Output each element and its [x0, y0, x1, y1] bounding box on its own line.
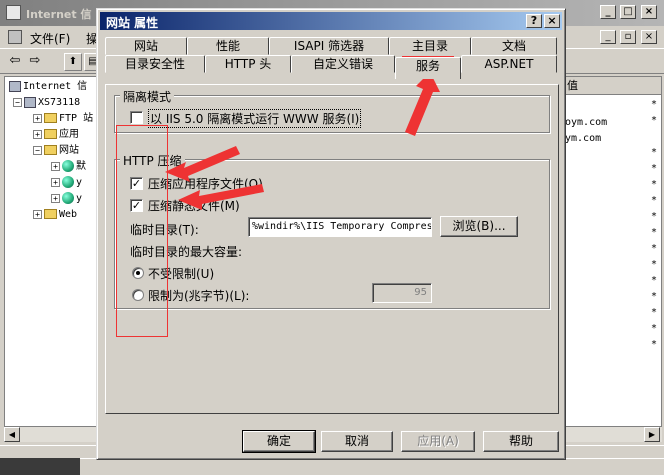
child-close-icon[interactable]: ×	[641, 30, 657, 44]
list-cell: *	[651, 307, 658, 318]
tab-website[interactable]: 网站	[105, 37, 187, 55]
forward-arrow-icon[interactable]: ⇨	[26, 53, 44, 71]
folder-icon	[44, 145, 57, 155]
expand-icon[interactable]: +	[33, 129, 42, 139]
close-icon[interactable]: ×	[544, 14, 560, 28]
dialog-title: 网站 属性	[106, 16, 159, 30]
cancel-button[interactable]: 取消	[321, 431, 393, 452]
tree-item[interactable]: + 应用	[33, 127, 79, 143]
website-globe-icon	[62, 160, 74, 172]
list-cell: *	[651, 259, 658, 270]
tab-aspnet[interactable]: ASP.NET	[461, 55, 557, 73]
iis5-isolation-checkbox[interactable]	[130, 111, 143, 124]
maximize-icon[interactable]: □	[620, 5, 636, 19]
up-folder-icon[interactable]: ⬆	[64, 53, 82, 71]
help-button[interactable]: 帮助	[483, 431, 559, 452]
annotation-box-options	[116, 125, 168, 337]
taskbar-start-area[interactable]	[0, 458, 80, 475]
list-cell: *	[651, 243, 658, 254]
folder-icon	[44, 113, 57, 123]
expand-icon[interactable]: +	[51, 177, 60, 187]
folder-icon	[44, 129, 57, 139]
list-cell: oym.com	[565, 117, 608, 128]
tab-performance[interactable]: 性能	[187, 37, 269, 55]
minimize-icon[interactable]: _	[600, 5, 616, 19]
tree-item[interactable]: + y	[51, 175, 82, 191]
iis-manager-icon	[6, 5, 21, 20]
expand-icon[interactable]: +	[51, 193, 60, 203]
expand-icon[interactable]: +	[33, 113, 42, 123]
computer-icon	[24, 96, 36, 108]
tree-item[interactable]: − 网站	[33, 143, 79, 159]
tree-item[interactable]: + y	[51, 191, 82, 207]
list-cell: ym.com	[565, 133, 602, 144]
list-cell: *	[651, 211, 658, 222]
list-cell: *	[651, 179, 658, 190]
column-header-value[interactable]: 值	[563, 77, 661, 95]
back-arrow-icon[interactable]: ⇦	[6, 53, 24, 71]
list-cell: *	[651, 291, 658, 302]
computer-icon	[9, 80, 21, 92]
tree-item[interactable]: − XS73118	[13, 95, 80, 111]
tree-item[interactable]: + Web	[33, 207, 77, 223]
child-restore-icon[interactable]: ▫	[620, 30, 636, 44]
mmc-title: Internet 信	[26, 8, 92, 21]
list-cell: *	[651, 163, 658, 174]
tab-documents[interactable]: 文档	[471, 37, 557, 55]
browse-button[interactable]: 浏览(B)...	[440, 216, 518, 237]
console-icon	[8, 30, 22, 44]
isolation-group-label: 隔离模式	[120, 88, 175, 105]
expand-icon[interactable]: +	[51, 161, 60, 171]
limit-size-input[interactable]: 95	[372, 283, 432, 303]
iis5-isolation-label[interactable]: 以 IIS 5.0 隔离模式运行 WWW 服务(I)	[148, 109, 362, 128]
menu-file[interactable]: 文件(F)	[30, 30, 70, 47]
folder-icon	[44, 209, 57, 219]
tab-isapi-filters[interactable]: ISAPI 筛选器	[269, 37, 389, 55]
website-globe-icon	[62, 176, 74, 188]
taskbar	[0, 458, 664, 475]
mmc-list-pane: 值 * * oym.com ym.com * * * * * * * * * *…	[562, 76, 662, 438]
help-icon[interactable]: ?	[526, 14, 542, 28]
service-tab-panel: 隔离模式 以 IIS 5.0 隔离模式运行 WWW 服务(I) HTTP 压缩 …	[105, 84, 559, 414]
list-cell: *	[651, 323, 658, 334]
tree-item[interactable]: + 默	[51, 159, 86, 175]
website-globe-icon	[62, 192, 74, 204]
list-cell: *	[651, 275, 658, 286]
tab-custom-errors[interactable]: 自定义错误	[291, 55, 395, 73]
tab-directory-security[interactable]: 目录安全性	[105, 55, 205, 73]
list-cell: *	[651, 339, 658, 350]
list-cell: *	[651, 147, 658, 158]
list-cell: *	[651, 227, 658, 238]
expand-icon[interactable]: +	[33, 209, 42, 219]
mmc-tree-pane: Internet 信 − XS73118 + FTP 站 + 应用 − 网站 + 默 + y…	[4, 76, 100, 438]
tree-item[interactable]: Internet 信	[9, 79, 87, 95]
apply-button[interactable]: 应用(A)	[401, 431, 475, 452]
list-cell: *	[651, 195, 658, 206]
child-minimize-icon[interactable]: _	[600, 30, 616, 44]
dialog-titlebar[interactable]: 网站 属性 ? ×	[100, 12, 562, 30]
tab-service[interactable]: 服务	[395, 57, 461, 79]
close-icon[interactable]: ×	[641, 5, 657, 19]
collapse-icon[interactable]: −	[33, 145, 42, 155]
list-cell: *	[651, 99, 658, 110]
tab-http-headers[interactable]: HTTP 头	[205, 55, 291, 73]
scroll-left-icon[interactable]: ◀	[4, 427, 20, 442]
tree-item[interactable]: + FTP 站	[33, 111, 93, 127]
temp-dir-input[interactable]: %windir%\IIS Temporary Compres	[248, 217, 432, 237]
tab-home-directory[interactable]: 主目录	[389, 37, 471, 55]
collapse-icon[interactable]: −	[13, 97, 22, 107]
scroll-right-icon[interactable]: ▶	[644, 427, 660, 442]
ok-button[interactable]: 确定	[242, 430, 316, 453]
list-cell: *	[651, 115, 658, 126]
